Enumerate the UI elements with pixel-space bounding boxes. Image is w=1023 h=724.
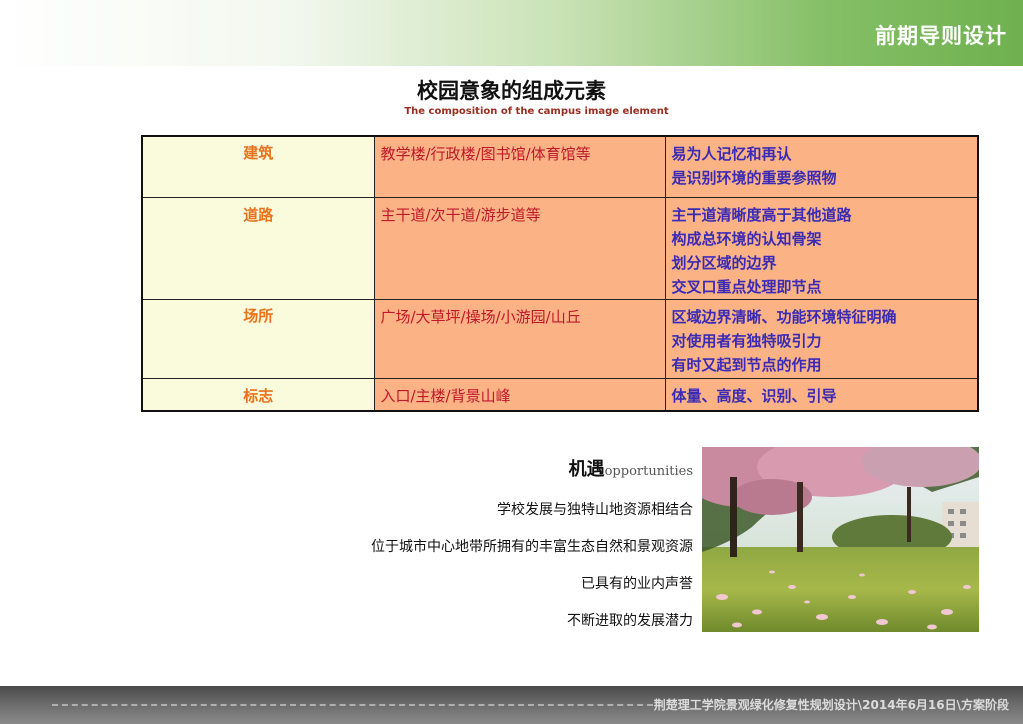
header-title: 前期导则设计	[875, 24, 1007, 48]
notes-cell: 主干道清晰度高于其他道路 构成总环境的认知骨架 划分区域的边界 交叉口重点处理即…	[664, 196, 979, 300]
note-line: 构成总环境的认知骨架	[671, 229, 822, 248]
page-title: 校园意象的组成元素	[417, 79, 606, 103]
header-band	[0, 0, 1023, 66]
list-item: 位于城市中心地带所拥有的丰富生态自然和景观资源	[371, 539, 693, 555]
note-line: 交叉口重点处理即节点	[671, 277, 822, 296]
note-line: 主干道清晰度高于其他道路	[671, 205, 852, 224]
note-line: 划分区域的边界	[671, 253, 777, 272]
list-item: 学校发展与独特山地资源相结合	[497, 502, 693, 518]
category-cell: 标志	[141, 377, 375, 412]
items-cell: 广场/大草坪/操场/小游园/山丘	[373, 298, 666, 379]
list-item: 不断进取的发展潜力	[567, 613, 693, 629]
opportunities-title-en: opportunities	[604, 464, 693, 479]
category-cell: 道路	[141, 196, 375, 300]
table-row: 标志 入口/主楼/背景山峰 体量、高度、识别、引导	[141, 377, 979, 412]
notes-cell: 区域边界清晰、功能环境特征明确 对使用者有独特吸引力 有时又起到节点的作用	[664, 298, 979, 379]
opportunities-list: 学校发展与独特山地资源相结合 位于城市中心地带所拥有的丰富生态自然和景观资源 已…	[293, 500, 693, 648]
table-row: 道路 主干道/次干道/游步道等 主干道清晰度高于其他道路 构成总环境的认知骨架 …	[141, 196, 979, 300]
table-row: 建筑 教学楼/行政楼/图书馆/体育馆等 易为人记忆和再认 是识别环境的重要参照物	[141, 135, 979, 198]
list-item: 已具有的业内声誉	[581, 576, 693, 592]
notes-cell: 体量、高度、识别、引导	[664, 377, 979, 412]
items-cell: 教学楼/行政楼/图书馆/体育馆等	[373, 135, 666, 198]
items-cell: 入口/主楼/背景山峰	[373, 377, 666, 412]
elements-table: 建筑 教学楼/行政楼/图书馆/体育馆等 易为人记忆和再认 是识别环境的重要参照物…	[141, 135, 979, 412]
footer-divider	[52, 704, 653, 706]
campus-photo	[702, 447, 979, 632]
notes-cell: 易为人记忆和再认 是识别环境的重要参照物	[664, 135, 979, 198]
page-subtitle: The composition of the campus image elem…	[404, 106, 669, 117]
note-line: 是识别环境的重要参照物	[671, 169, 837, 187]
note-line: 体量、高度、识别、引导	[671, 386, 837, 405]
category-cell: 建筑	[141, 135, 375, 198]
note-line: 易为人记忆和再认	[671, 145, 792, 163]
note-line: 有时又起到节点的作用	[671, 355, 822, 374]
note-line: 对使用者有独特吸引力	[671, 331, 822, 350]
table-row: 场所 广场/大草坪/操场/小游园/山丘 区域边界清晰、功能环境特征明确 对使用者…	[141, 298, 979, 379]
note-line: 区域边界清晰、功能环境特征明确	[671, 307, 897, 326]
items-cell: 主干道/次干道/游步道等	[373, 196, 666, 300]
footer-text: 荆楚理工学院景观绿化修复性规划设计\2014年6月16日\方案阶段	[653, 698, 1009, 712]
campus-photo-illustration	[702, 447, 979, 632]
category-cell: 场所	[141, 298, 375, 379]
opportunities-title: 机遇opportunities	[569, 455, 693, 481]
opportunities-title-cn: 机遇	[568, 459, 605, 480]
